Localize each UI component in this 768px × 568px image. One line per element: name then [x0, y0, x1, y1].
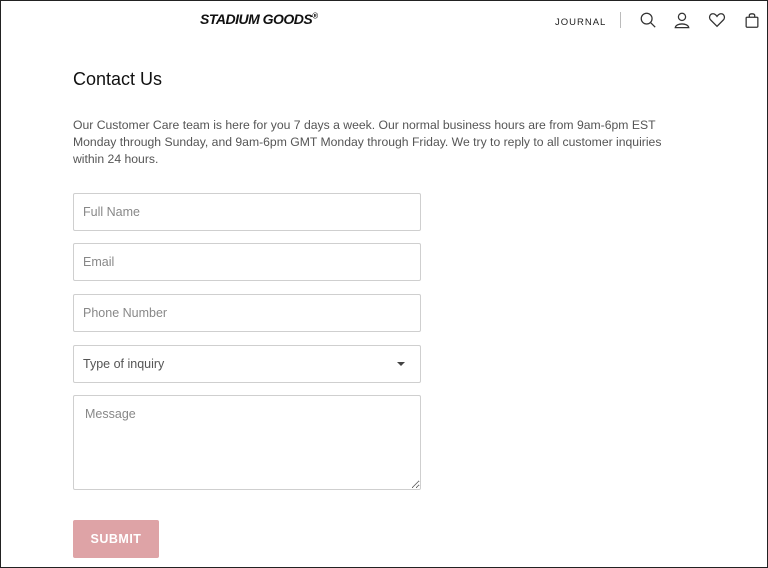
logo-text: STADIUM GOODS — [200, 11, 313, 27]
page-frame: STADIUM GOODS® JOURNAL Contact Us Our Cu… — [0, 0, 768, 568]
phone-number-field[interactable] — [73, 294, 421, 332]
account-icon[interactable] — [672, 10, 692, 30]
intro-text: Our Customer Care team is here for you 7… — [73, 118, 662, 166]
nav-journal-link[interactable]: JOURNAL — [555, 17, 606, 28]
inquiry-type-select[interactable]: Type of inquiry — [73, 345, 421, 383]
page-title: Contact Us — [73, 69, 163, 89]
email-field[interactable] — [73, 243, 421, 281]
site-header: STADIUM GOODS® JOURNAL — [1, 1, 767, 41]
heart-icon[interactable] — [707, 10, 727, 30]
nav-divider — [620, 12, 621, 28]
full-name-field[interactable] — [73, 193, 421, 231]
chevron-down-icon — [397, 362, 405, 366]
stadium-goods-logo[interactable]: STADIUM GOODS® — [200, 11, 318, 27]
logo-registered-mark: ® — [312, 11, 318, 21]
bag-icon[interactable] — [742, 10, 762, 30]
submit-button[interactable]: SUBMIT — [73, 520, 159, 558]
search-icon[interactable] — [638, 10, 658, 30]
inquiry-type-selected-value: Type of inquiry — [83, 357, 165, 371]
message-field[interactable] — [73, 395, 421, 490]
